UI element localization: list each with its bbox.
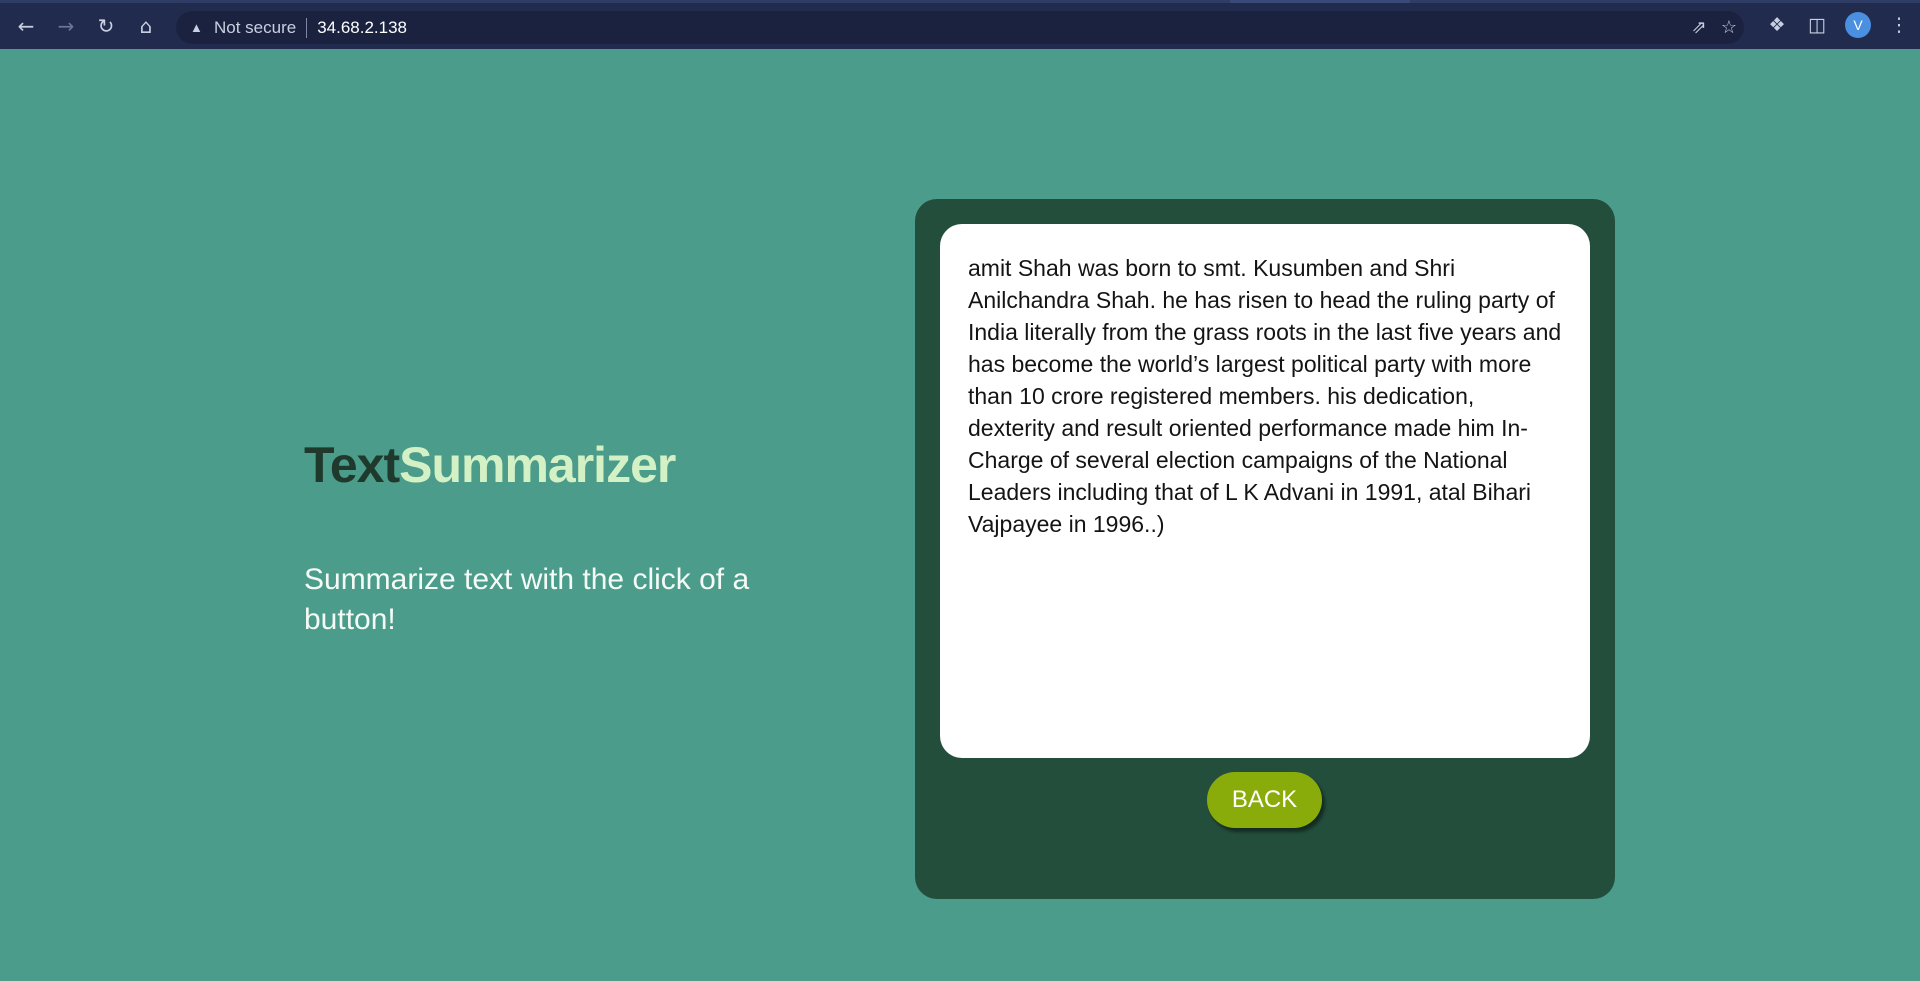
warning-icon[interactable]: ▲ [190, 20, 206, 36]
forward-arrow-icon[interactable]: → [54, 14, 78, 38]
active-tab-indicator [1230, 0, 1410, 3]
app-title-part2: Summarizer [399, 437, 676, 493]
share-icon[interactable]: ⇗ [1684, 17, 1714, 38]
side-panel-icon[interactable]: ◫ [1797, 14, 1837, 36]
back-arrow-icon[interactable]: ← [14, 14, 38, 38]
address-bar[interactable]: ▲ Not secure 34.68.2.138 ⇗ ☆ [176, 11, 1744, 44]
home-icon[interactable]: ⌂ [134, 14, 158, 38]
url-text[interactable]: 34.68.2.138 [317, 18, 407, 38]
profile-avatar[interactable]: V [1845, 12, 1871, 38]
app-title: TextSummarizer [304, 435, 676, 495]
tagline: Summarize text with the click of a butto… [304, 563, 750, 636]
summary-text-area[interactable]: amit Shah was born to smt. Kusumben and … [940, 224, 1590, 758]
omnibox-divider [306, 17, 308, 38]
summary-card: amit Shah was born to smt. Kusumben and … [915, 199, 1615, 899]
security-label[interactable]: Not secure [214, 18, 296, 38]
browser-toolbar: ← → ↻ ⌂ ▲ Not secure 34.68.2.138 ⇗ ☆ ❖ ◫… [0, 0, 1920, 49]
extensions-icon[interactable]: ❖ [1757, 14, 1797, 36]
star-icon[interactable]: ☆ [1714, 17, 1744, 38]
reload-icon[interactable]: ↻ [94, 14, 118, 38]
menu-dots-icon[interactable]: ⋮ [1879, 14, 1919, 36]
back-button[interactable]: BACK [1207, 772, 1322, 828]
app-title-part1: Text [304, 437, 400, 493]
